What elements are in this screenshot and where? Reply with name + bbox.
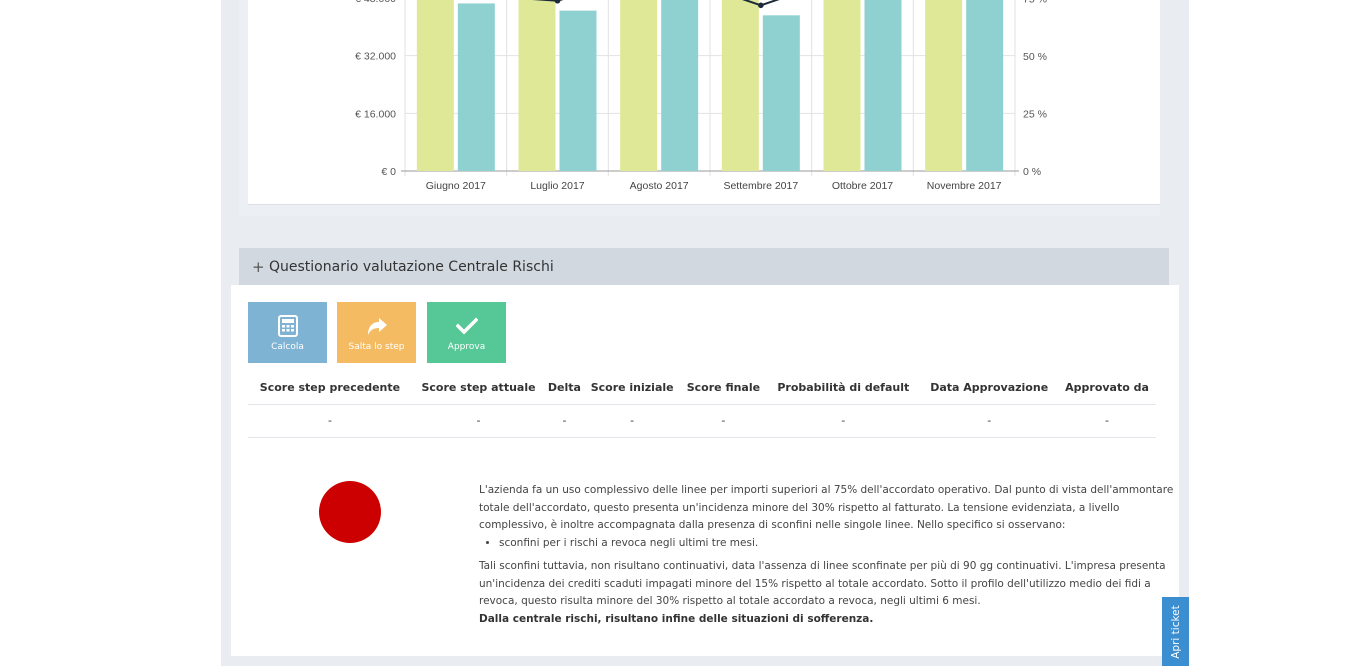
line-point [554,0,561,4]
approve-button-label: Approva [447,342,486,352]
share-arrow-icon [367,318,387,335]
open-ticket-label: Apri ticket [1169,604,1182,659]
description-bullet: sconfini per i rischi a revoca negli ult… [499,535,1174,553]
x-tick-label: Novembre 2017 [927,180,1002,192]
section-content: Calcola Salta lo step Approva Score step… [231,285,1179,656]
table-cell: - [680,404,767,438]
expand-plus-icon[interactable]: + [252,258,265,276]
bar-series-a [721,0,759,171]
description-paragraph-1: L'azienda fa un uso complessivo delle li… [479,484,1174,531]
page-background: € 0 0 % € 16.000 25 % € 32.000 50 % € 48.000 75… [221,0,1189,666]
risk-status-indicator [319,481,381,543]
skip-step-button[interactable]: Salta lo step [337,302,416,363]
approve-button[interactable]: Approva [427,302,506,363]
line-point [758,2,764,9]
check-icon [455,317,478,335]
y-tick-label: € 0 [381,166,396,178]
header-score-iniziale: Score iniziale [583,372,681,405]
calculate-button[interactable]: Calcola [248,302,327,363]
x-tick-label: Settembre 2017 [723,180,798,192]
bar-series-b [457,3,495,171]
y2-tick-label: 25 % [1023,108,1047,120]
x-tick-label: Giugno 2017 [426,180,486,192]
table-cell: - [411,404,546,438]
table-header-row: Score step precedente Score step attuale… [248,372,1156,405]
table-cell: - [1058,404,1156,438]
scores-table: Score step precedente Score step attuale… [248,372,1156,438]
combo-chart: € 0 0 % € 16.000 25 % € 32.000 50 % € 48.000 75… [355,0,1047,192]
open-ticket-button[interactable]: Apri ticket [1162,597,1189,666]
x-tick-label: Ottobre 2017 [832,180,893,192]
chart-card: € 0 0 % € 16.000 25 % € 32.000 50 % € 48.000 75… [248,0,1160,205]
skip-step-button-label: Salta lo step [348,342,405,352]
x-tick-label: Agosto 2017 [630,180,689,192]
bar-series-b [559,10,597,171]
table-cell: - [920,404,1059,438]
bar-series-a [518,0,556,171]
header-approvato-da: Approvato da [1058,372,1156,405]
table-cell: - [248,404,412,438]
table-cell: - [583,404,681,438]
risk-description: L'azienda fa un uso complessivo delle li… [479,482,1174,628]
description-paragraph-2: Tali sconfini tuttavia, non risultano co… [479,560,1166,607]
table-cell: - [766,404,921,438]
y-tick-label: € 48.000 [355,0,396,5]
header-delta: Delta [545,372,584,405]
section-title: Questionario valutazione Centrale Rischi [269,258,554,275]
y-tick-label: € 32.000 [355,51,396,63]
calculator-icon [277,315,298,337]
bar-series-a [416,0,454,171]
description-list: sconfini per i rischi a revoca negli ult… [499,535,1174,553]
description-paragraph-3: Dalla centrale rischi, risultano infine … [479,611,1174,629]
bar-series-b [966,0,1004,171]
table-cell: - [545,404,584,438]
calculate-button-label: Calcola [271,342,304,352]
bar-series-b [864,0,902,171]
y2-tick-label: 50 % [1023,51,1047,63]
y2-tick-label: 0 % [1023,166,1041,178]
section-header[interactable]: + Questionario valutazione Centrale Risc… [239,248,1169,285]
y2-tick-label: 75 % [1023,0,1047,5]
header-score-step-precedente: Score step precedente [248,372,412,405]
header-probabilita-default: Probabilità di default [766,372,921,405]
bar-series-b [661,0,699,171]
description-conclusion: Dalla centrale rischi, risultano infine … [479,612,874,625]
header-score-finale: Score finale [680,372,767,405]
bar-series-a [620,0,658,171]
bar-series-a [823,0,861,171]
header-data-approvazione: Data Approvazione [920,372,1059,405]
header-score-step-attuale: Score step attuale [411,372,546,405]
y-tick-label: € 16.000 [355,108,396,120]
bar-series-a [925,0,963,171]
bar-series-b [762,15,800,171]
x-tick-label: Luglio 2017 [530,180,584,192]
table-row: - - - - - - - - [248,404,1156,438]
chart-panel: € 0 0 % € 16.000 25 % € 32.000 50 % € 48.000 75… [239,0,1160,216]
